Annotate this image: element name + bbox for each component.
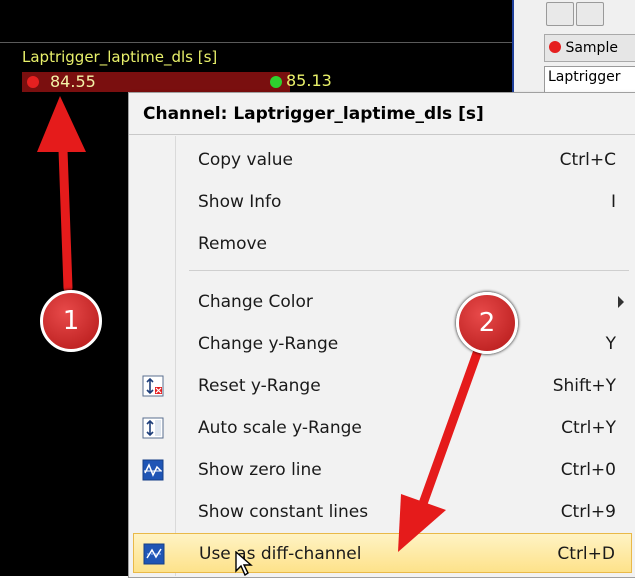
callout-badge-1: 1 [40, 290, 102, 352]
callout-badge-2: 2 [456, 292, 518, 354]
annotation-arrows [37, 96, 485, 552]
arrow-2-icon [398, 340, 485, 552]
arrow-1-icon [37, 96, 86, 293]
